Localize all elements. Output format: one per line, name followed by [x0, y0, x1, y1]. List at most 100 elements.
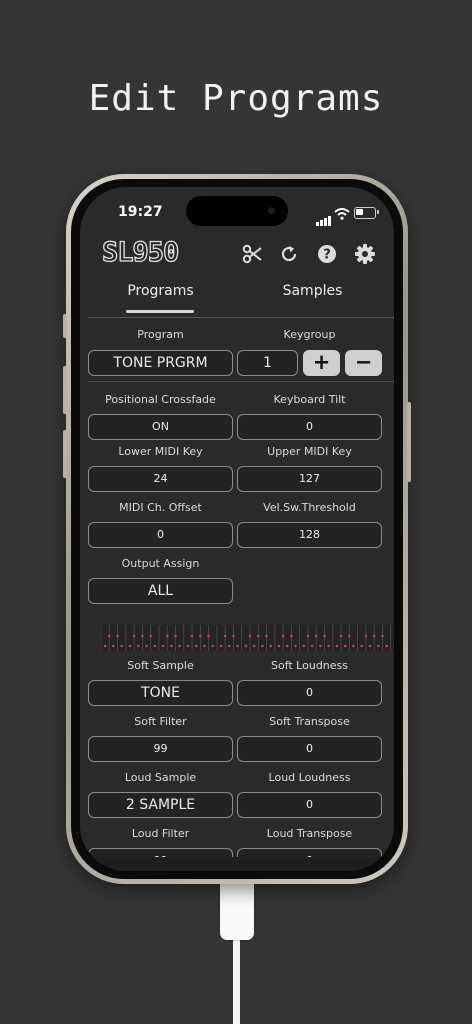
white-key-marker: [103, 644, 107, 648]
soft-loudness-field[interactable]: 0: [237, 680, 382, 706]
white-key-marker: [120, 644, 123, 648]
output-assign-field[interactable]: ALL: [88, 578, 233, 604]
active-tab-indicator: [126, 310, 194, 313]
soft-transpose-label: Soft Transpose: [269, 715, 350, 728]
black-key-marker: [199, 634, 202, 638]
keygroup-field[interactable]: 1: [237, 350, 298, 376]
soft-sample-field[interactable]: TONE: [88, 680, 233, 706]
battery-icon: [354, 207, 376, 219]
keyboard-range-strip[interactable]: [101, 625, 394, 651]
tab-programs[interactable]: Programs: [82, 283, 239, 299]
white-key-marker: [285, 644, 289, 648]
black-key-marker: [149, 634, 152, 638]
keygroup-plus-button[interactable]: +: [303, 350, 340, 376]
black-key-marker: [314, 634, 318, 638]
app-logo: SL950: [101, 236, 214, 269]
loud-loudness-field[interactable]: 0: [237, 792, 382, 818]
black-key-marker: [348, 634, 351, 638]
black-key-marker: [223, 634, 227, 638]
white-key-marker: [319, 644, 322, 648]
loud-filter-label: Loud Filter: [131, 827, 190, 840]
keyboard-tilt-field[interactable]: 0: [237, 414, 382, 440]
silent-switch: [63, 314, 67, 338]
white-key-marker: [261, 644, 264, 648]
soft-sample-label: Soft Sample: [127, 659, 194, 672]
white-key-marker: [310, 644, 314, 648]
white-key-marker: [219, 644, 223, 648]
power-button: [407, 402, 411, 482]
gear-icon[interactable]: [354, 243, 376, 265]
svg-text:?: ?: [323, 248, 331, 263]
white-key-marker: [112, 644, 115, 648]
black-key-marker: [372, 634, 376, 638]
phone-screen: 19:27 SL950 ? Programs Samples Program T…: [80, 187, 394, 871]
black-key-marker: [190, 634, 194, 638]
program-label: Program: [137, 328, 184, 341]
loud-sample-field[interactable]: 2 SAMPLE: [88, 792, 233, 818]
white-key-marker: [203, 644, 206, 648]
black-key-marker: [381, 634, 384, 638]
upper-midi-key-label: Upper MIDI Key: [267, 445, 352, 458]
lightning-plug: [220, 878, 254, 940]
front-camera: [268, 207, 275, 214]
white-key-marker: [236, 644, 239, 648]
white-key-marker: [368, 644, 372, 648]
midi-ch-offset-field[interactable]: 0: [88, 522, 233, 548]
loud-loudness-label: Loud Loudness: [268, 771, 351, 784]
lower-midi-key-field[interactable]: 24: [88, 466, 233, 492]
black-key-marker: [174, 634, 177, 638]
white-key-marker: [178, 644, 181, 648]
black-key-marker: [256, 634, 260, 638]
white-key-marker: [228, 644, 231, 648]
white-key-marker: [153, 644, 157, 648]
white-key-marker: [302, 644, 306, 648]
keygroup-label: Keygroup: [283, 328, 336, 341]
white-key-marker: [244, 644, 248, 648]
black-key-marker: [141, 634, 144, 638]
tab-divider: [88, 317, 394, 318]
battery-tip: [377, 210, 379, 214]
white-key-marker: [252, 644, 256, 648]
black-key-marker: [364, 634, 368, 638]
keyboard-tilt-label: Keyboard Tilt: [273, 393, 346, 406]
white-key-marker: [277, 644, 281, 648]
tab-samples[interactable]: Samples: [234, 283, 391, 299]
white-key-marker: [352, 644, 355, 648]
lower-midi-key-label: Lower MIDI Key: [118, 445, 203, 458]
soft-filter-field[interactable]: 99: [88, 736, 233, 762]
app-logo-text: SL950: [102, 239, 178, 265]
white-key-marker: [194, 644, 198, 648]
white-key-marker: [377, 644, 380, 648]
upper-midi-key-field[interactable]: 127: [237, 466, 382, 492]
white-key-marker: [327, 644, 330, 648]
soft-loudness-label: Soft Loudness: [270, 659, 349, 672]
screen-bottom-edge: [80, 857, 394, 871]
keygroup-minus-button[interactable]: −: [345, 350, 382, 376]
vel-sw-threshold-label: Vel.Sw.Threshold: [263, 501, 356, 514]
loud-sample-label: Loud Sample: [124, 771, 197, 784]
white-key-marker: [294, 644, 297, 648]
help-icon[interactable]: ?: [316, 243, 338, 265]
soft-transpose-field[interactable]: 0: [237, 736, 382, 762]
section-divider: [88, 381, 394, 382]
black-key-marker: [132, 634, 136, 638]
black-key-marker: [165, 634, 169, 638]
positional-crossfade-label: Positional Crossfade: [105, 393, 216, 406]
white-key-marker: [343, 644, 347, 648]
white-key-marker: [385, 644, 388, 648]
midi-ch-offset-label: MIDI Ch. Offset: [119, 501, 202, 514]
refresh-icon[interactable]: [278, 243, 300, 265]
black-key-marker: [207, 634, 210, 638]
wifi-icon: [334, 205, 350, 224]
white-key-marker: [170, 644, 173, 648]
vel-sw-threshold-field[interactable]: 128: [237, 522, 382, 548]
volume-down-button: [63, 430, 67, 478]
battery-level: [356, 209, 363, 215]
positional-crossfade-field[interactable]: ON: [88, 414, 233, 440]
program-field[interactable]: TONE PRGRM: [88, 350, 233, 376]
white-key-marker: [161, 644, 165, 648]
scissors-icon[interactable]: [242, 243, 264, 265]
dynamic-island: [186, 196, 288, 226]
white-key-marker: [269, 644, 272, 648]
status-time: 19:27: [118, 204, 163, 220]
